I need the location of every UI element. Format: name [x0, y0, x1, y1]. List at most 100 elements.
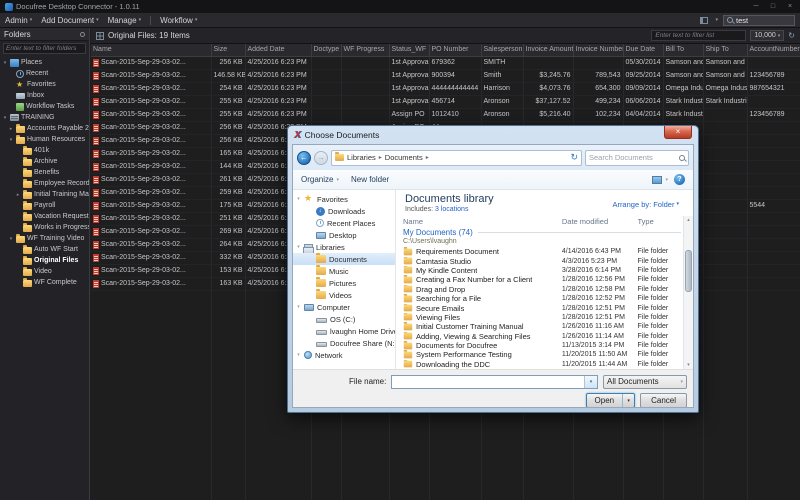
dialog-sidebar-item-computer[interactable]: ▾ Computer: [293, 301, 395, 313]
table-row[interactable]: Scan-2015-Sep-29-03-02... 146.58 KB 4/25/2…: [91, 69, 800, 83]
back-button[interactable]: ←: [297, 150, 311, 165]
file-type-dropdown[interactable]: All Documents ▾: [603, 374, 687, 389]
sidebar-item-payroll[interactable]: Payroll: [0, 200, 89, 211]
table-row[interactable]: Scan-2015-Sep-29-03-02... 255 KB 4/25/2016…: [91, 95, 800, 109]
sidebar-item-employee-records[interactable]: Employee Records: [0, 178, 89, 189]
sidebar-item-human-resources[interactable]: ▾ Human Resources: [0, 134, 89, 145]
column-header-name[interactable]: Name: [403, 217, 562, 226]
file-row[interactable]: System Performance Testing 11/20/2015 11:…: [403, 350, 681, 359]
sidebar-item-auto-wf-start[interactable]: Auto WF Start: [0, 244, 89, 255]
sidebar-item-initial-training-materials[interactable]: ▸ Initial Training Materials: [0, 189, 89, 200]
column-header-invoice-numbers[interactable]: Invoice Numbers: [573, 44, 624, 57]
column-header-po-number[interactable]: PO Number: [429, 44, 482, 57]
sidebar-item-works-in-progress[interactable]: Works in Progress: [0, 222, 89, 233]
dialog-sidebar-item-desktop[interactable]: Desktop: [293, 229, 395, 241]
sidebar-item-vacation-requests[interactable]: Vacation Requests: [0, 211, 89, 222]
page-size-dropdown[interactable]: 10,000 ▾: [750, 30, 785, 41]
breadcrumb[interactable]: Libraries ▸ Documents ▸ ↻: [331, 149, 582, 166]
file-row[interactable]: Requirements Document 4/14/2016 6:43 PM Fi…: [403, 247, 681, 256]
expander-icon[interactable]: ▾: [296, 196, 301, 202]
expander-icon[interactable]: ▾: [296, 304, 301, 310]
close-button[interactable]: ×: [785, 3, 795, 10]
refresh-icon[interactable]: ↻: [788, 31, 795, 40]
folder-filter-input[interactable]: [6, 45, 83, 52]
layout-toggle-button[interactable]: [698, 15, 710, 25]
column-header-accountnumber[interactable]: AccountNumber: [747, 44, 800, 57]
column-header-status-wf[interactable]: Status_WF: [389, 44, 430, 57]
dialog-sidebar-item-libraries[interactable]: ▾ Libraries: [293, 241, 395, 253]
column-header-doctype[interactable]: Doctype: [311, 44, 342, 57]
file-row[interactable]: Searching for a File 1/28/2016 12:52 PM Fi…: [403, 294, 681, 303]
help-icon[interactable]: ?: [674, 174, 685, 185]
sidebar-item-benefits[interactable]: Benefits: [0, 167, 89, 178]
open-button[interactable]: Open ▾: [585, 393, 636, 407]
global-search-input[interactable]: [736, 15, 791, 25]
expander-icon[interactable]: ▸: [15, 192, 21, 198]
dialog-sidebar-item-documents[interactable]: Documents: [293, 253, 395, 265]
maximize-button[interactable]: □: [768, 3, 778, 10]
group-header[interactable]: My Documents (74): [403, 228, 473, 237]
dialog-sidebar-item-lvaughn-home-drive-h[interactable]: lvaughn Home Drive (H:): [293, 325, 395, 337]
scroll-down-icon[interactable]: ▾: [687, 361, 690, 369]
new-folder-button[interactable]: New folder: [351, 175, 389, 184]
file-row[interactable]: Downloading the DDC 11/20/2015 11:44 AM Fi…: [403, 359, 681, 369]
column-header-wf-progress[interactable]: WF Progress: [341, 44, 390, 57]
dialog-sidebar-item-network[interactable]: ▾ Network: [293, 349, 395, 361]
expander-icon[interactable]: ▸: [8, 126, 14, 132]
file-row[interactable]: Creating a Fax Number for a Client 1/28/2…: [403, 275, 681, 284]
dialog-sidebar-item-favorites[interactable]: ▾ Favorites: [293, 193, 395, 205]
menu-manage[interactable]: Manage ▾: [108, 16, 141, 25]
column-header-added-date[interactable]: Added Date: [245, 44, 312, 57]
file-row[interactable]: Documents for Docufree 11/13/2015 3:14 PM…: [403, 341, 681, 350]
table-row[interactable]: Scan-2015-Sep-29-03-02... 256 KB 4/25/2016…: [91, 56, 800, 70]
dialog-sidebar-item-videos[interactable]: Videos: [293, 289, 395, 301]
column-header-ship-to[interactable]: Ship To: [703, 44, 748, 57]
dialog-sidebar-item-recent-places[interactable]: Recent Places: [293, 217, 395, 229]
list-filter-input[interactable]: [651, 30, 747, 41]
sidebar-item-archive[interactable]: Archive: [0, 156, 89, 167]
file-row[interactable]: Camtasia Studio 4/3/2016 5:23 PM File fold…: [403, 256, 681, 266]
file-row[interactable]: My Kindle Content 3/28/2016 6:14 PM File f…: [403, 265, 681, 275]
menu-add-document[interactable]: Add Document ▾: [41, 16, 98, 25]
pin-icon[interactable]: [80, 31, 85, 37]
arrange-by-dropdown[interactable]: Arrange by: Folder ▾: [612, 195, 679, 213]
scroll-up-icon[interactable]: ▴: [687, 216, 690, 224]
sidebar-item-wf-complete[interactable]: WF Complete: [0, 277, 89, 288]
scrollbar[interactable]: ▴ ▾: [683, 216, 693, 369]
expander-icon[interactable]: ▾: [2, 115, 8, 121]
menu-admin[interactable]: Admin ▾: [5, 16, 32, 25]
expander-icon[interactable]: ▾: [296, 352, 301, 358]
sidebar-item-original-files[interactable]: Original Files: [0, 255, 89, 266]
sidebar-item-training[interactable]: ▾ TRAINING: [0, 112, 89, 123]
file-row[interactable]: Secure Emails 1/28/2016 12:51 PM File fold…: [403, 303, 681, 313]
sidebar-item-wf-training-video[interactable]: ▾ WF Training Video: [0, 233, 89, 244]
chevron-down-icon[interactable]: ▾: [715, 17, 718, 23]
chevron-down-icon[interactable]: ▾: [622, 394, 634, 407]
organize-button[interactable]: Organize ▾: [301, 175, 339, 184]
sidebar-item-accounts-payable-2[interactable]: ▸ Accounts Payable 2: [0, 123, 89, 134]
dialog-sidebar-item-downloads[interactable]: Downloads: [293, 205, 395, 217]
sidebar-item-video[interactable]: Video: [0, 266, 89, 277]
sidebar-item-recent[interactable]: Recent: [0, 68, 89, 79]
dialog-sidebar-item-os-c[interactable]: OS (C:): [293, 313, 395, 325]
locations-link[interactable]: 3 locations: [435, 206, 468, 213]
sidebar-item-inbox[interactable]: Inbox: [0, 90, 89, 101]
column-header-size[interactable]: Size: [211, 44, 246, 57]
dialog-sidebar-item-music[interactable]: Music: [293, 265, 395, 277]
cancel-button[interactable]: Cancel: [640, 393, 687, 407]
file-row[interactable]: Viewing Files 1/28/2016 12:51 PM File fold…: [403, 312, 681, 322]
change-view-button[interactable]: ▾: [652, 175, 668, 184]
column-header-type[interactable]: Type: [638, 217, 682, 226]
dialog-sidebar-item-pictures[interactable]: Pictures: [293, 277, 395, 289]
column-header-name[interactable]: Name: [91, 44, 212, 57]
menu-workflow[interactable]: Workflow ▾: [160, 16, 197, 25]
breadcrumb-item-libraries[interactable]: Libraries: [347, 153, 376, 162]
dialog-close-button[interactable]: ×: [664, 126, 692, 139]
table-row[interactable]: Scan-2015-Sep-29-03-02... 255 KB 4/25/2016…: [91, 108, 800, 122]
column-header-date-modified[interactable]: Date modified: [562, 217, 638, 226]
forward-button[interactable]: →: [314, 150, 328, 165]
refresh-icon[interactable]: ↻: [570, 152, 578, 163]
column-header-due-date[interactable]: Due Date: [623, 44, 664, 57]
sidebar-item-401k[interactable]: 401k: [0, 145, 89, 156]
dialog-search-box[interactable]: Search Documents: [585, 149, 689, 166]
